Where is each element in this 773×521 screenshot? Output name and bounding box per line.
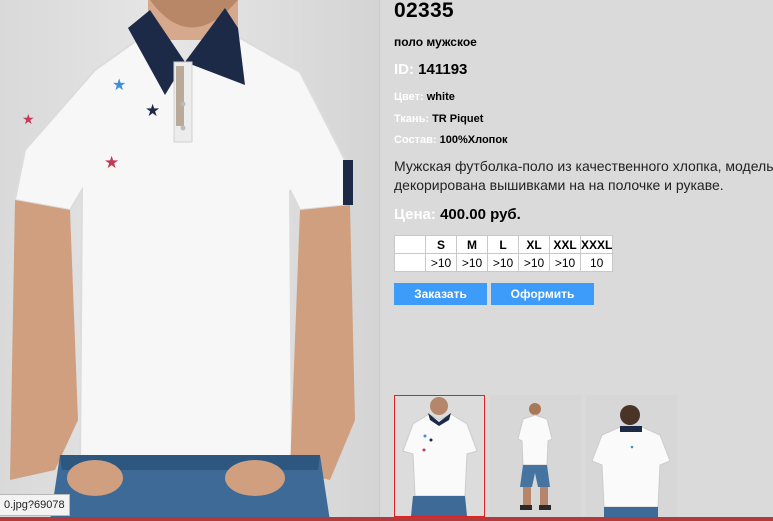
size-stock-cell: 10 xyxy=(579,253,614,272)
spec-value: 100%Хлопок xyxy=(439,134,508,146)
polo-shirt-photo: ★ ★ ★ ★ xyxy=(10,0,355,521)
price-label: Цена: xyxy=(394,206,436,223)
size-stock-cell: >10 xyxy=(487,253,519,272)
spec-label: Состав: xyxy=(394,134,437,146)
checkout-button[interactable]: Оформить xyxy=(491,283,594,305)
product-subtitle: поло мужское xyxy=(394,35,477,49)
spec-value: TR Piquet xyxy=(432,113,484,125)
spec-fabric: Ткань: TR Piquet xyxy=(394,113,483,125)
order-button[interactable]: Заказать xyxy=(394,283,487,305)
thumbnail-back[interactable] xyxy=(586,395,677,517)
size-header-row: S M L XL XXL XXXL xyxy=(394,235,614,254)
spec-value: white xyxy=(426,91,455,103)
thumbnail-image xyxy=(490,395,581,517)
description-line: декорирована вышивками на на полочке и р… xyxy=(394,177,724,193)
status-url-tooltip: 0.jpg?69078 xyxy=(0,494,70,516)
size-header-cell: S xyxy=(425,235,457,254)
price-value: 400.00 руб. xyxy=(440,206,521,223)
spec-label: Цвет: xyxy=(394,91,424,103)
svg-text:★: ★ xyxy=(112,75,126,94)
product-sku: 02335 xyxy=(394,0,454,22)
size-header-cell: XL xyxy=(518,235,550,254)
size-header-cell: M xyxy=(456,235,488,254)
size-stock-cell: >10 xyxy=(518,253,550,272)
thumbnail-full-body[interactable] xyxy=(490,395,581,517)
thumbnail-image xyxy=(586,395,677,517)
svg-text:★: ★ xyxy=(104,153,119,173)
size-stock-cell xyxy=(394,253,426,272)
size-header-cell: L xyxy=(487,235,519,254)
spec-label: Ткань: xyxy=(394,113,429,125)
product-id-label: ID: xyxy=(394,61,414,78)
main-product-image[interactable]: ★ ★ ★ ★ xyxy=(0,0,379,521)
bottom-bar xyxy=(0,517,773,521)
size-stock-cell: >10 xyxy=(549,253,581,272)
size-header-cell: XXXL xyxy=(579,235,614,254)
product-price: Цена: 400.00 руб. xyxy=(394,206,521,223)
thumbnail-front[interactable] xyxy=(394,395,485,517)
product-description: Мужская футболка-поло из качественного х… xyxy=(394,157,773,195)
svg-text:★: ★ xyxy=(145,101,160,121)
thumbnail-image xyxy=(395,396,484,516)
spec-color: Цвет: white xyxy=(394,91,455,103)
size-header-cell xyxy=(394,235,426,254)
size-stock-cell: >10 xyxy=(425,253,457,272)
panel-divider xyxy=(379,0,380,521)
size-stock-cell: >10 xyxy=(456,253,488,272)
size-stock-row: >10 >10 >10 >10 >10 10 xyxy=(394,253,614,272)
svg-text:★: ★ xyxy=(22,112,35,128)
spec-composition: Состав: 100%Хлопок xyxy=(394,134,508,146)
product-id-value: 141193 xyxy=(418,61,468,78)
product-id: ID: 141193 xyxy=(394,61,467,78)
size-table: S M L XL XXL XXXL >10 >10 >10 >10 >10 10 xyxy=(394,235,614,272)
size-header-cell: XXL xyxy=(549,235,581,254)
description-line: Мужская футболка-поло из качественного х… xyxy=(394,158,773,174)
